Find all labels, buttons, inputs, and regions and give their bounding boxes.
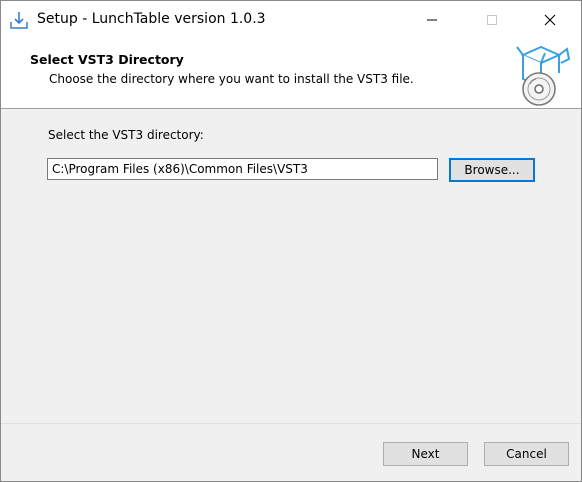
setup-window: Setup - LunchTable version 1.0.3 Select … bbox=[0, 0, 582, 482]
directory-label: Select the VST3 directory: bbox=[48, 128, 204, 142]
close-button[interactable] bbox=[527, 1, 573, 38]
page-subtitle: Choose the directory where you want to i… bbox=[49, 72, 414, 86]
maximize-icon bbox=[487, 14, 497, 25]
close-icon bbox=[544, 14, 556, 25]
minimize-icon bbox=[427, 19, 437, 20]
maximize-button[interactable] bbox=[469, 1, 515, 38]
wizard-header: Select VST3 Directory Choose the directo… bbox=[1, 38, 581, 109]
browse-button[interactable]: Browse... bbox=[449, 158, 535, 182]
cancel-button[interactable]: Cancel bbox=[484, 442, 569, 466]
minimize-button[interactable] bbox=[409, 1, 455, 38]
title-bar[interactable]: Setup - LunchTable version 1.0.3 bbox=[1, 1, 581, 38]
next-button[interactable]: Next bbox=[383, 442, 468, 466]
window-title: Setup - LunchTable version 1.0.3 bbox=[37, 11, 266, 27]
setup-box-disc-icon bbox=[511, 43, 571, 107]
page-title: Select VST3 Directory bbox=[30, 52, 184, 67]
installer-icon bbox=[9, 10, 29, 30]
footer-divider bbox=[1, 423, 581, 424]
directory-path-input[interactable] bbox=[47, 158, 438, 180]
